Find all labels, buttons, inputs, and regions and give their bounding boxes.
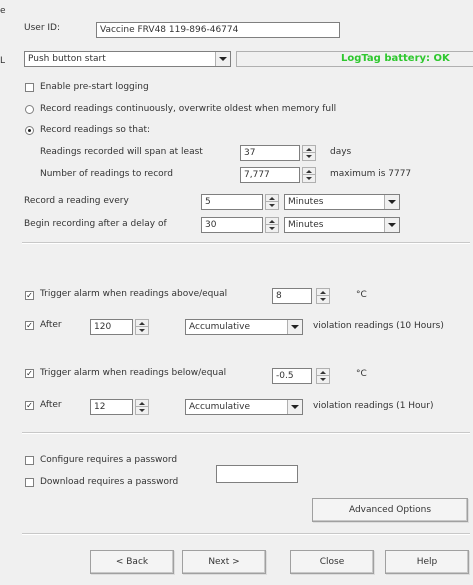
interval-spinner[interactable] bbox=[265, 194, 279, 210]
alarm-upper-mode-select[interactable]: Accumulative bbox=[185, 319, 303, 335]
span-unit: days bbox=[330, 147, 352, 157]
num-readings-spinner[interactable] bbox=[302, 167, 316, 183]
num-readings-note: maximum is 7777 bbox=[330, 169, 412, 179]
record-continuous-label: Record readings continuously, overwrite … bbox=[40, 104, 337, 114]
alarm-lower-after-input[interactable]: 12 bbox=[90, 399, 133, 415]
delay-unit-value: Minutes bbox=[288, 220, 324, 230]
battery-status: LogTag battery: OK bbox=[341, 53, 450, 64]
next-button[interactable]: Next > bbox=[182, 550, 266, 574]
battery-panel: LogTag battery: OK bbox=[236, 51, 473, 67]
alarm-upper-mode-value: Accumulative bbox=[189, 322, 250, 332]
start-mode-select[interactable]: Push button start bbox=[24, 51, 231, 67]
alarm-upper-input[interactable]: 8 bbox=[272, 288, 312, 304]
alarm-lower-violation: violation readings (1 Hour) bbox=[313, 401, 434, 411]
alarm-upper-violation: violation readings (10 Hours) bbox=[313, 321, 444, 331]
advanced-options-button[interactable]: Advanced Options bbox=[312, 498, 468, 522]
alarm-upper-spinner[interactable] bbox=[316, 288, 330, 304]
alarm-lower-mode-select[interactable]: Accumulative bbox=[185, 399, 303, 415]
num-readings-input[interactable]: 7,777 bbox=[240, 167, 300, 183]
interval-label: Record a reading every bbox=[24, 196, 129, 206]
start-mode-value: Push button start bbox=[28, 54, 106, 64]
chevron-down-icon bbox=[287, 400, 302, 414]
alarm-upper-unit: °C bbox=[356, 290, 367, 300]
alarm-lower-input[interactable]: -0.5 bbox=[272, 368, 312, 384]
interval-unit-value: Minutes bbox=[288, 197, 324, 207]
alarm-lower-after-checkbox[interactable]: ✓ bbox=[25, 401, 34, 410]
alarm-upper-checkbox[interactable]: ✓ bbox=[25, 291, 34, 300]
record-so-that-radio[interactable] bbox=[25, 126, 34, 135]
num-readings-label: Number of readings to record bbox=[40, 169, 173, 179]
alarm-lower-unit: °C bbox=[356, 369, 367, 379]
alarm-lower-after-spinner[interactable] bbox=[135, 399, 149, 415]
clipped-label: e bbox=[0, 6, 6, 16]
help-button[interactable]: Help bbox=[385, 550, 469, 574]
alarm-lower-checkbox[interactable]: ✓ bbox=[25, 369, 34, 378]
interval-input[interactable]: 5 bbox=[201, 194, 263, 210]
alarm-lower-after-label: After bbox=[40, 400, 62, 410]
span-days-input[interactable]: 37 bbox=[240, 145, 300, 161]
back-button[interactable]: < Back bbox=[90, 550, 174, 574]
span-spinner[interactable] bbox=[302, 145, 316, 161]
alarm-upper-after-checkbox[interactable]: ✓ bbox=[25, 321, 34, 330]
chevron-down-icon bbox=[287, 320, 302, 334]
interval-unit-select[interactable]: Minutes bbox=[284, 194, 400, 210]
alarm-lower-label: Trigger alarm when readings below/equal bbox=[40, 368, 227, 378]
enable-prestart-checkbox[interactable] bbox=[25, 83, 34, 92]
delay-label: Begin recording after a delay of bbox=[24, 219, 167, 229]
download-password-checkbox[interactable] bbox=[25, 478, 34, 487]
divider bbox=[22, 242, 470, 244]
chevron-down-icon bbox=[384, 218, 399, 232]
user-id-label: User ID: bbox=[24, 23, 60, 33]
close-button[interactable]: Close bbox=[290, 550, 374, 574]
chevron-down-icon bbox=[215, 52, 230, 66]
alarm-lower-spinner[interactable] bbox=[316, 368, 330, 384]
record-continuous-radio[interactable] bbox=[25, 105, 34, 114]
password-input[interactable] bbox=[216, 465, 298, 483]
record-so-that-label: Record readings so that: bbox=[40, 125, 151, 135]
divider bbox=[22, 533, 470, 535]
download-password-label: Download requires a password bbox=[40, 477, 179, 487]
alarm-upper-label: Trigger alarm when readings above/equal bbox=[40, 289, 228, 299]
delay-unit-select[interactable]: Minutes bbox=[284, 217, 400, 233]
alarm-upper-after-input[interactable]: 120 bbox=[90, 319, 133, 335]
alarm-upper-after-spinner[interactable] bbox=[135, 319, 149, 335]
clipped-label: L bbox=[0, 56, 6, 66]
alarm-upper-after-label: After bbox=[40, 320, 62, 330]
divider bbox=[22, 432, 470, 434]
delay-input[interactable]: 30 bbox=[201, 217, 263, 233]
user-id-input[interactable]: Vaccine FRV48 119-896-46774 bbox=[96, 22, 340, 38]
configure-password-checkbox[interactable] bbox=[25, 456, 34, 465]
alarm-lower-mode-value: Accumulative bbox=[189, 402, 250, 412]
chevron-down-icon bbox=[384, 195, 399, 209]
span-label: Readings recorded will span at least bbox=[40, 147, 203, 157]
enable-prestart-label: Enable pre-start logging bbox=[40, 82, 149, 92]
delay-spinner[interactable] bbox=[265, 217, 279, 233]
configure-password-label: Configure requires a password bbox=[40, 455, 178, 465]
